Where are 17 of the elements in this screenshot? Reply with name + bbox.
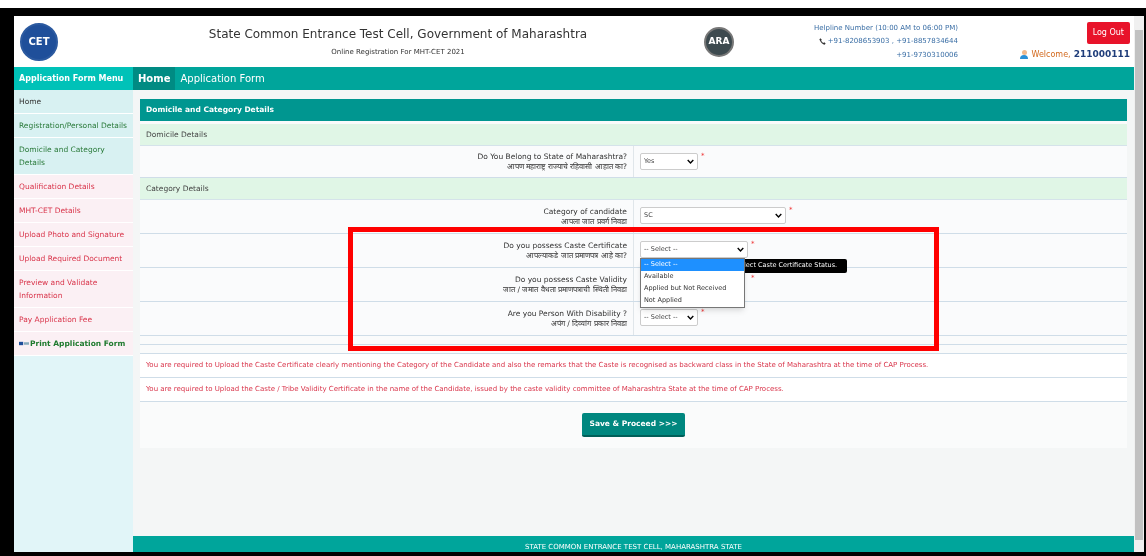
breadcrumb-tab[interactable]: Home [133, 67, 176, 90]
chevron-icon [687, 315, 694, 320]
chevron-icon [775, 213, 782, 218]
scrollbar[interactable] [1134, 16, 1144, 552]
chevron-icon [737, 247, 744, 252]
chevron-icon [687, 159, 694, 164]
cet-logo: CET [20, 22, 58, 61]
phone-icon [818, 38, 826, 45]
user-icon [1020, 50, 1029, 59]
printer-icon [19, 341, 29, 347]
sidebar-title: Application Form Menu [14, 67, 133, 90]
logout-button[interactable]: Log Out [1086, 21, 1130, 44]
ara-logo: ARA [704, 26, 734, 57]
welcome-text: Welcome, [1031, 48, 1071, 61]
site-title: State Common Entrance Test Cell, Government of Maharashtra [208, 26, 588, 44]
breadcrumb-tab[interactable]: Application Form [175, 67, 270, 90]
user-id: 211000111 [1073, 47, 1130, 61]
